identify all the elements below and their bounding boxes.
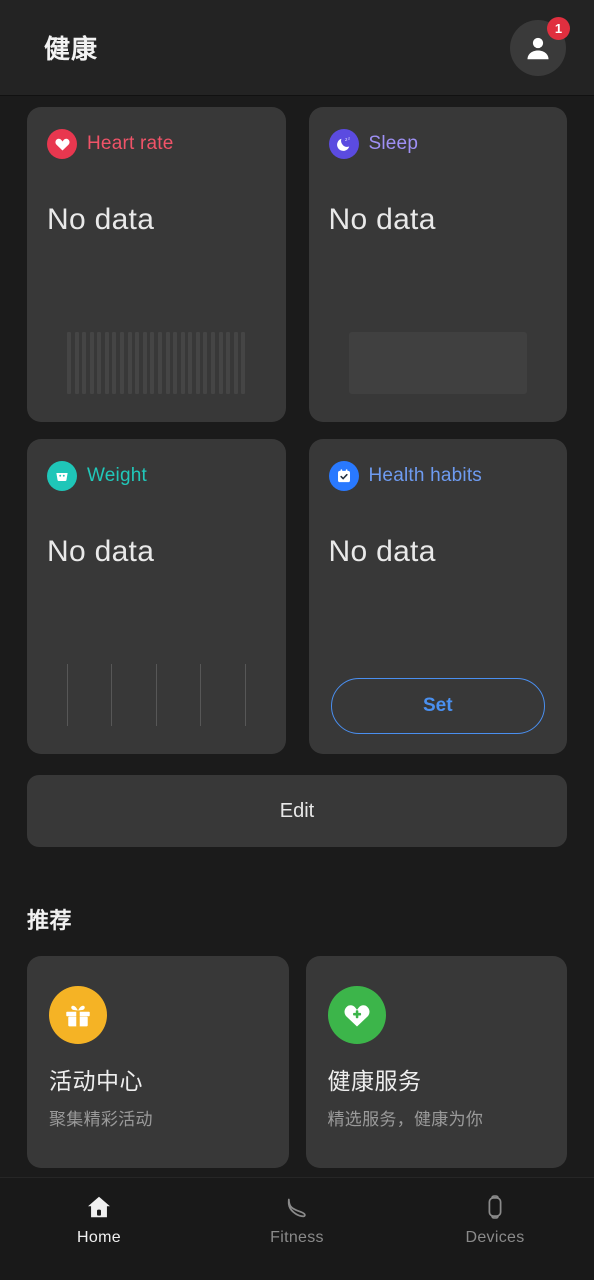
set-button[interactable]: Set — [330, 678, 545, 734]
page-title: 健康 — [44, 34, 99, 64]
metric-title: Sleep — [368, 133, 419, 154]
metric-card-grid: Heart rate No data z z Sleep No data Wei… — [27, 96, 567, 754]
home-icon — [85, 1192, 113, 1222]
metric-value: No data — [328, 535, 436, 568]
scale-icon — [47, 461, 77, 491]
nav-label: Devices — [465, 1229, 525, 1246]
nav-item-home[interactable]: Home — [0, 1192, 198, 1247]
bottom-navigation-bar: Home Fitness Devices — [0, 1177, 594, 1280]
profile-avatar-button[interactable]: 1 — [510, 16, 570, 76]
metric-title: Heart rate — [87, 133, 174, 154]
nav-label: Fitness — [270, 1229, 324, 1246]
reco-title: 活动中心 — [49, 1068, 143, 1094]
reco-subtitle: 聚集精彩活动 — [49, 1110, 153, 1129]
notification-badge: 1 — [547, 16, 570, 40]
metric-value: No data — [47, 203, 155, 236]
person-icon — [527, 37, 549, 59]
metric-value: No data — [47, 535, 155, 568]
heart-rate-placeholder-chart — [47, 330, 266, 402]
gift-icon — [49, 986, 107, 1044]
placeholder-block — [348, 332, 527, 394]
metric-header: Health habits — [328, 461, 548, 491]
svg-text:z: z — [348, 137, 350, 141]
recommendations-section-title: 推荐 — [27, 908, 73, 933]
app-header: 健康 1 — [0, 0, 594, 96]
moon-icon: z z — [328, 129, 359, 159]
nav-item-fitness[interactable]: Fitness — [198, 1192, 396, 1247]
reco-subtitle: 精选服务，健康为你 — [327, 1110, 484, 1129]
metric-value: No data — [328, 203, 436, 236]
recommendations-grid: 活动中心 聚集精彩活动 健康服务 精选服务，健康为你 — [27, 956, 567, 1168]
metric-header: Weight — [47, 461, 266, 491]
heart-plus-icon — [327, 986, 386, 1044]
nav-label: Home — [77, 1229, 121, 1246]
metric-card-sleep[interactable]: z z Sleep No data — [308, 107, 567, 422]
watch-icon — [481, 1192, 509, 1222]
health-app-screen: 健康 1 Heart rate No data z z Sleep No dat… — [0, 0, 594, 1280]
metric-card-weight[interactable]: Weight No data — [27, 439, 286, 754]
placeholder-lines — [67, 664, 246, 726]
metric-title: Weight — [87, 465, 147, 486]
weight-placeholder-chart — [47, 662, 266, 734]
calendar-check-icon — [328, 461, 359, 491]
scroll-content: Heart rate No data z z Sleep No data Wei… — [0, 96, 594, 1177]
metric-header: Heart rate — [47, 129, 266, 159]
edit-button[interactable]: Edit — [27, 775, 567, 847]
placeholder-bars — [67, 332, 246, 394]
reco-card-activity-center[interactable]: 活动中心 聚集精彩活动 — [27, 956, 289, 1168]
shoe-icon — [283, 1192, 311, 1222]
reco-title: 健康服务 — [327, 1068, 422, 1094]
sleep-placeholder-chart — [329, 330, 548, 402]
metric-header: z z Sleep — [328, 129, 548, 159]
nav-item-devices[interactable]: Devices — [396, 1192, 594, 1247]
heart-icon — [47, 129, 77, 159]
metric-title: Health habits — [368, 465, 483, 486]
metric-card-heart-rate[interactable]: Heart rate No data — [27, 107, 286, 422]
reco-card-health-services[interactable]: 健康服务 精选服务，健康为你 — [305, 956, 567, 1168]
metric-card-health-habits[interactable]: Health habits No data Set — [308, 439, 567, 754]
